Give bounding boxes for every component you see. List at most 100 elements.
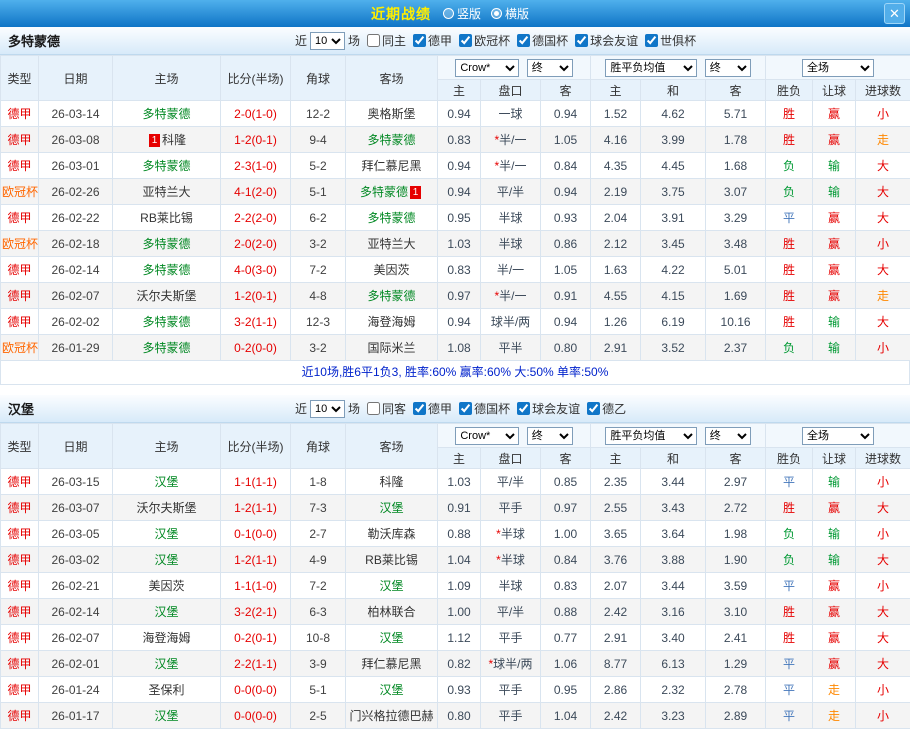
league-cell: 德甲	[1, 547, 39, 573]
match-row[interactable]: 德甲26-02-07海登海姆0-2(0-1)10-8汉堡1.12平手0.772.…	[1, 625, 910, 651]
team-name: 汉堡	[379, 579, 403, 593]
dortmund-table-head: 类型 日期 主场 比分(半场) 角球 客场 Crow* 终 胜平负均值 终	[1, 56, 910, 101]
layout-horizontal-radio[interactable]: 横版	[491, 5, 529, 22]
league-filter-0[interactable]: 同客	[367, 400, 406, 417]
match-row[interactable]: 德甲26-02-01汉堡2-2(1-1)3-9拜仁慕尼黑0.82*球半/两1.0…	[1, 651, 910, 677]
league-cell: 德甲	[1, 651, 39, 677]
match-row[interactable]: 德甲26-03-14多特蒙德2-0(1-0)12-2奥格斯堡0.94一球0.94…	[1, 101, 910, 127]
home-odds-cell: 0.94	[438, 309, 481, 335]
bookmaker-select[interactable]: Crow*	[455, 59, 519, 77]
result-cell: 平	[766, 651, 813, 677]
hamburg-recent-count-select[interactable]: 10	[310, 400, 345, 418]
match-row[interactable]: 德甲26-03-07沃尔夫斯堡1-2(1-1)7-3汉堡0.91平手0.972.…	[1, 495, 910, 521]
league-filter-2[interactable]: 德国杯	[459, 400, 510, 417]
layout-vertical-radio[interactable]: 竖版	[443, 5, 481, 22]
dortmund-recent-count-select[interactable]: 10	[310, 32, 345, 50]
home-team-cell: 多特蒙德	[113, 101, 221, 127]
match-row[interactable]: 德甲26-03-05汉堡0-1(0-0)2-7勒沃库森0.88*半球1.003.…	[1, 521, 910, 547]
match-row[interactable]: 欧冠杯26-01-29多特蒙德0-2(0-0)3-2国际米兰1.08平半0.80…	[1, 335, 910, 361]
match-row[interactable]: 德甲26-01-24圣保利0-0(0-0)5-1汉堡0.93平手0.952.86…	[1, 677, 910, 703]
home-team-cell: 多特蒙德	[113, 231, 221, 257]
result-cell: 负	[766, 521, 813, 547]
match-row[interactable]: 德甲26-03-02汉堡1-2(1-1)4-9RB莱比锡1.04*半球0.843…	[1, 547, 910, 573]
league-filter-checkbox[interactable]	[413, 402, 426, 415]
close-button[interactable]: ✕	[884, 3, 905, 24]
match-row[interactable]: 德甲26-02-22RB莱比锡2-2(2-0)6-2多特蒙德0.95半球0.93…	[1, 205, 910, 231]
team-name: 海登海姆	[367, 315, 415, 329]
league-filter-checkbox[interactable]	[459, 34, 472, 47]
horizontal-label: 横版	[505, 5, 529, 22]
away-team-cell: 拜仁慕尼黑	[346, 153, 438, 179]
handicap-cell: 半/一	[481, 257, 541, 283]
home-team-cell: 汉堡	[113, 703, 221, 729]
result-cell: 胜	[766, 257, 813, 283]
league-filter-checkbox[interactable]	[575, 34, 588, 47]
dortmund-filters: 近 10 场 同主德甲欧冠杯德国杯球会友谊世俱杯	[295, 32, 696, 50]
team-name: 亚特兰大	[142, 185, 190, 199]
bookmaker-select[interactable]: Crow*	[455, 427, 519, 445]
match-row[interactable]: 德甲26-03-081科隆1-2(0-1)9-4多特蒙德0.83*半/一1.05…	[1, 127, 910, 153]
league-filter-checkbox[interactable]	[517, 402, 530, 415]
handicap-result-cell: 输	[813, 547, 856, 573]
league-filter-checkbox[interactable]	[413, 34, 426, 47]
match-row[interactable]: 德甲26-02-21美因茨1-1(1-0)7-2汉堡1.09半球0.832.07…	[1, 573, 910, 599]
match-row[interactable]: 德甲26-02-02多特蒙德3-2(1-1)12-3海登海姆0.94球半/两0.…	[1, 309, 910, 335]
league-filter-checkbox[interactable]	[367, 402, 380, 415]
score-cell: 2-3(1-0)	[221, 153, 291, 179]
hamburg-section: 汉堡 近 10 场 同客德甲德国杯球会友谊德乙 类型 日期 主场 比分(半	[0, 395, 910, 729]
league-filter-5[interactable]: 世俱杯	[645, 32, 696, 49]
avg-home-cell: 3.65	[591, 521, 641, 547]
league-filter-checkbox[interactable]	[517, 34, 530, 47]
scope-select[interactable]: 全场	[802, 59, 874, 77]
league-filter-1[interactable]: 德甲	[413, 32, 452, 49]
league-cell: 德甲	[1, 283, 39, 309]
handicap-cell: 平/半	[481, 599, 541, 625]
league-cell: 欧冠杯	[1, 335, 39, 361]
league-filter-1[interactable]: 德甲	[413, 400, 452, 417]
league-filter-checkbox[interactable]	[587, 402, 600, 415]
handicap-cell: 半球	[481, 231, 541, 257]
match-row[interactable]: 德甲26-03-15汉堡1-1(1-1)1-8科隆1.03平/半0.852.35…	[1, 469, 910, 495]
score-cell: 1-2(0-1)	[221, 283, 291, 309]
scope-select[interactable]: 全场	[802, 427, 874, 445]
col-away: 客场	[346, 56, 438, 101]
league-filter-3[interactable]: 德国杯	[517, 32, 568, 49]
avg-away-cell: 1.29	[706, 651, 766, 677]
score-cell: 1-2(1-1)	[221, 547, 291, 573]
avg-draw-cell: 3.16	[641, 599, 706, 625]
result-cell: 负	[766, 547, 813, 573]
away-odds-cell: 0.84	[541, 547, 591, 573]
avg-type-select[interactable]: 胜平负均值	[605, 427, 697, 445]
odds-time-select[interactable]: 终	[527, 427, 573, 445]
league-filter-2[interactable]: 欧冠杯	[459, 32, 510, 49]
odds-time-select[interactable]: 终	[527, 59, 573, 77]
corners-cell: 10-8	[291, 625, 346, 651]
match-row[interactable]: 德甲26-03-01多特蒙德2-3(1-0)5-2拜仁慕尼黑0.94*半/一0.…	[1, 153, 910, 179]
corners-cell: 4-8	[291, 283, 346, 309]
away-give-star: *	[496, 553, 501, 567]
league-filter-checkbox[interactable]	[645, 34, 658, 47]
league-filter-4[interactable]: 德乙	[587, 400, 626, 417]
score-cell: 4-0(3-0)	[221, 257, 291, 283]
home-odds-cell: 0.91	[438, 495, 481, 521]
goals-result-cell: 小	[856, 101, 910, 127]
match-row[interactable]: 欧冠杯26-02-18多特蒙德2-0(2-0)3-2亚特兰大1.03半球0.86…	[1, 231, 910, 257]
league-filter-3[interactable]: 球会友谊	[517, 400, 580, 417]
home-team-cell: 多特蒙德	[113, 257, 221, 283]
match-row[interactable]: 德甲26-01-17汉堡0-0(0-0)2-5门兴格拉德巴赫0.80平手1.04…	[1, 703, 910, 729]
league-filter-4[interactable]: 球会友谊	[575, 32, 638, 49]
result-cell: 平	[766, 573, 813, 599]
match-row[interactable]: 德甲26-02-14多特蒙德4-0(3-0)7-2美因茨0.83半/一1.051…	[1, 257, 910, 283]
avg-type-select[interactable]: 胜平负均值	[605, 59, 697, 77]
avg-draw-cell: 3.99	[641, 127, 706, 153]
match-row[interactable]: 德甲26-02-14汉堡3-2(2-1)6-3柏林联合1.00平/半0.882.…	[1, 599, 910, 625]
avg-draw-cell: 3.75	[641, 179, 706, 205]
avg-time-select[interactable]: 终	[705, 427, 751, 445]
avg-home-cell: 2.42	[591, 703, 641, 729]
league-filter-checkbox[interactable]	[367, 34, 380, 47]
match-row[interactable]: 欧冠杯26-02-26亚特兰大4-1(2-0)5-1多特蒙德10.94平/半0.…	[1, 179, 910, 205]
league-filter-0[interactable]: 同主	[367, 32, 406, 49]
league-filter-checkbox[interactable]	[459, 402, 472, 415]
avg-time-select[interactable]: 终	[705, 59, 751, 77]
match-row[interactable]: 德甲26-02-07沃尔夫斯堡1-2(0-1)4-8多特蒙德0.97*半/一0.…	[1, 283, 910, 309]
